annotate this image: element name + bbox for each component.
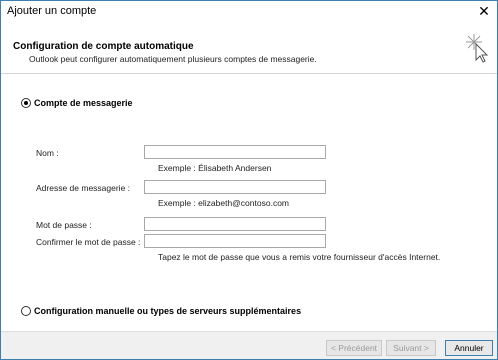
name-input[interactable] <box>144 145 326 159</box>
confirm-password-label: Confirmer le mot de passe : <box>36 237 141 247</box>
confirm-password-input[interactable] <box>144 234 326 248</box>
email-label: Adresse de messagerie : <box>36 183 131 193</box>
header-subtitle: Outlook peut configurer automatiquement … <box>29 54 317 64</box>
wizard-header: Configuration de compte automatique Outl… <box>1 23 497 74</box>
add-account-dialog: Ajouter un compte ✕ Configuration de com… <box>0 0 498 360</box>
email-account-label[interactable]: Compte de messagerie <box>34 98 133 108</box>
close-icon[interactable]: ✕ <box>475 2 493 20</box>
title-bar[interactable]: Ajouter un compte ✕ <box>1 1 497 23</box>
password-label: Mot de passe : <box>36 220 92 230</box>
back-button[interactable]: < Précédent <box>326 340 382 356</box>
password-hint: Tapez le mot de passe que vous a remis v… <box>158 252 441 262</box>
manual-config-radio[interactable] <box>21 306 31 316</box>
password-input[interactable] <box>144 217 326 231</box>
email-hint: Exemple : elizabeth@contoso.com <box>158 198 289 208</box>
email-input[interactable] <box>144 180 326 194</box>
next-button[interactable]: Suivant > <box>386 340 436 356</box>
cancel-button[interactable]: Annuler <box>445 340 493 356</box>
wizard-content: Compte de messagerie Nom : Exemple : Éli… <box>1 75 497 331</box>
name-hint: Exemple : Élisabeth Andersen <box>158 163 272 173</box>
header-title: Configuration de compte automatique <box>13 41 194 52</box>
wizard-footer: < Précédent Suivant > Annuler <box>1 331 497 359</box>
email-account-radio[interactable] <box>21 98 31 108</box>
window-title: Ajouter un compte <box>7 5 97 17</box>
name-label: Nom : <box>36 148 59 158</box>
manual-config-label[interactable]: Configuration manuelle ou types de serve… <box>34 306 301 316</box>
wizard-cursor-icon <box>466 34 489 63</box>
